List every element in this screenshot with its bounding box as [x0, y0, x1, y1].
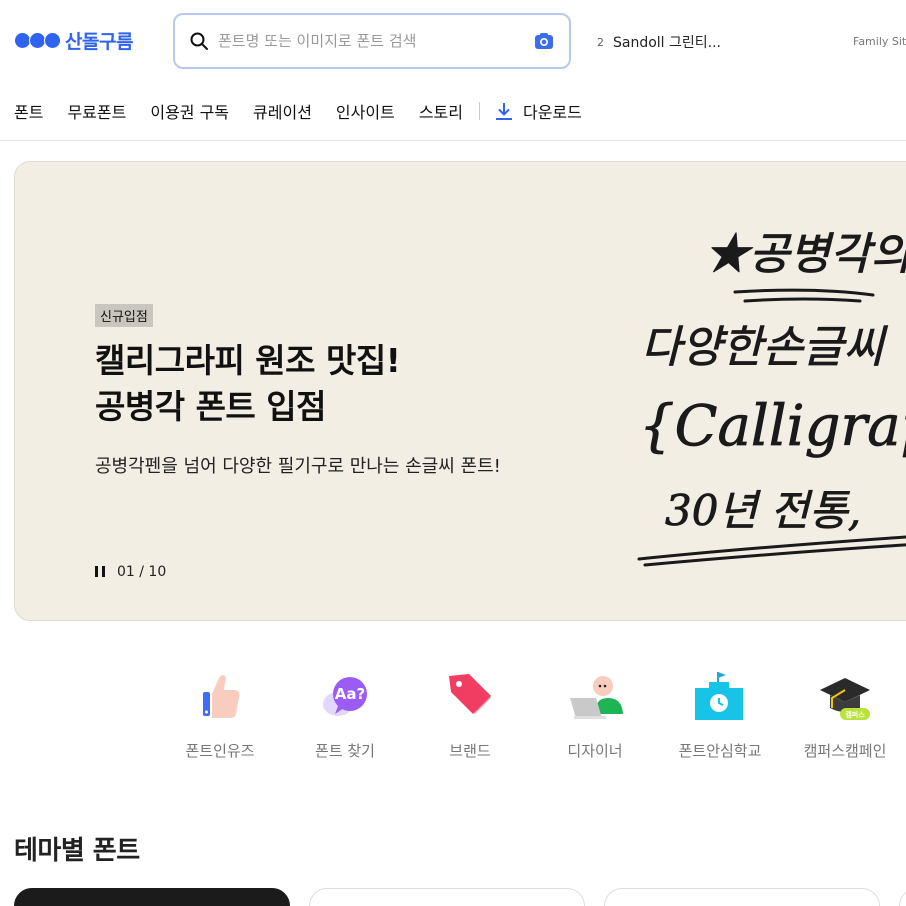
nav-item-subscription[interactable]: 이용권 구독	[150, 99, 229, 123]
thumbs-up-icon	[203, 675, 240, 718]
calligraphy-artwork: ★공병각의 다양한손글씨 {Calligraphy 30년 전통,	[637, 229, 906, 567]
site-header: 산돌구름 2 Sandoll 그린티... Family Site	[0, 0, 906, 82]
trending-keyword-text: Sandoll 그린티...	[613, 35, 722, 51]
art-line-1: ★공병각의	[705, 229, 906, 280]
art-line-2: 다양한손글씨	[641, 322, 888, 373]
section-title-theme-fonts: 테마별 폰트	[14, 836, 140, 866]
hero-title: 캘리그라피 원조 맛집! 공병각 폰트 입점	[95, 338, 401, 430]
school-clock-icon	[695, 672, 743, 720]
theme-card[interactable]	[309, 888, 585, 906]
art-underline	[733, 288, 875, 303]
nav-item-curation[interactable]: 큐레이션	[253, 99, 312, 123]
nav-download-label: 다운로드	[522, 103, 582, 122]
hero-badge: 신규입점	[95, 304, 153, 327]
nav-item-story[interactable]: 스토리	[419, 99, 463, 123]
logo-mark-icon	[14, 31, 61, 49]
carousel-controls: 01 / 10	[95, 564, 166, 580]
price-tag-icon	[449, 674, 491, 714]
designer-laptop-icon	[570, 676, 623, 719]
category-label: 브랜드	[449, 742, 491, 760]
category-campus-campaign[interactable]: 캠퍼스 캠퍼스캠페인	[780, 668, 906, 761]
category-fonts-in-use[interactable]: 폰트인유즈	[155, 668, 285, 761]
search-input[interactable]	[218, 32, 533, 50]
category-shortcuts: 폰트인유즈 Aa? 폰트 찾기 브랜드 디자이너 폰트안심학교 캠퍼스 캠퍼스캠…	[155, 668, 905, 761]
nav-item-fonts[interactable]: 폰트	[14, 99, 43, 123]
nav-divider-line	[0, 140, 906, 141]
svg-text:Aa?: Aa?	[335, 685, 365, 703]
main-nav: 폰트 무료폰트 이용권 구독 큐레이션 인사이트 스토리 다운로드	[14, 100, 606, 122]
theme-card[interactable]	[14, 888, 290, 906]
nav-item-free-fonts[interactable]: 무료폰트	[67, 99, 126, 123]
hero-subtitle: 공병각펜을 넘어 다양한 필기구로 만나는 손글씨 폰트!	[95, 456, 501, 477]
nav-item-download[interactable]: 다운로드	[494, 99, 582, 123]
campus-tag-text: 캠퍼스	[845, 710, 865, 719]
family-site-link[interactable]: Family Site	[853, 35, 906, 48]
graduation-cap-icon: 캠퍼스	[820, 678, 870, 720]
theme-card[interactable]	[899, 888, 906, 906]
art-line-3: {Calligraphy	[639, 394, 906, 459]
search-icon	[190, 32, 208, 50]
logo[interactable]: 산돌구름	[14, 28, 133, 53]
category-label: 폰트인유즈	[185, 742, 255, 760]
camera-icon[interactable]	[533, 30, 555, 52]
trending-keyword[interactable]: 2 Sandoll 그린티...	[597, 32, 721, 52]
hero-title-line-1: 캘리그라피 원조 맛집!	[95, 341, 401, 380]
category-label: 폰트안심학교	[678, 742, 762, 760]
hero-banner[interactable]: 신규입점 캘리그라피 원조 맛집! 공병각 폰트 입점 공병각펜을 넘어 다양한…	[14, 161, 906, 621]
carousel-counter: 01 / 10	[117, 564, 167, 580]
trending-rank-number: 2	[597, 35, 604, 49]
logo-text: 산돌구름	[65, 30, 133, 53]
category-brand[interactable]: 브랜드	[405, 668, 535, 761]
nav-divider	[478, 102, 480, 120]
download-icon	[495, 103, 512, 120]
category-font-safety-school[interactable]: 폰트안심학교	[655, 668, 785, 761]
art-bottom-stroke	[637, 535, 906, 567]
hero-title-line-2: 공병각 폰트 입점	[95, 387, 327, 426]
nav-item-insight[interactable]: 인사이트	[336, 99, 395, 123]
category-designer[interactable]: 디자이너	[530, 668, 660, 761]
art-line-4: 30년 전통,	[665, 486, 861, 535]
pause-icon[interactable]	[95, 566, 105, 578]
theme-card[interactable]	[604, 888, 880, 906]
category-label: 디자이너	[567, 742, 623, 760]
category-label: 폰트 찾기	[315, 742, 375, 760]
category-label: 캠퍼스캠페인	[803, 742, 887, 760]
category-find-fonts[interactable]: Aa? 폰트 찾기	[280, 668, 410, 761]
speech-bubble-aa-icon: Aa?	[323, 677, 367, 716]
page: 산돌구름 2 Sandoll 그린티... Family Site 폰트 무료폰…	[0, 0, 906, 906]
search-box[interactable]	[173, 13, 571, 69]
